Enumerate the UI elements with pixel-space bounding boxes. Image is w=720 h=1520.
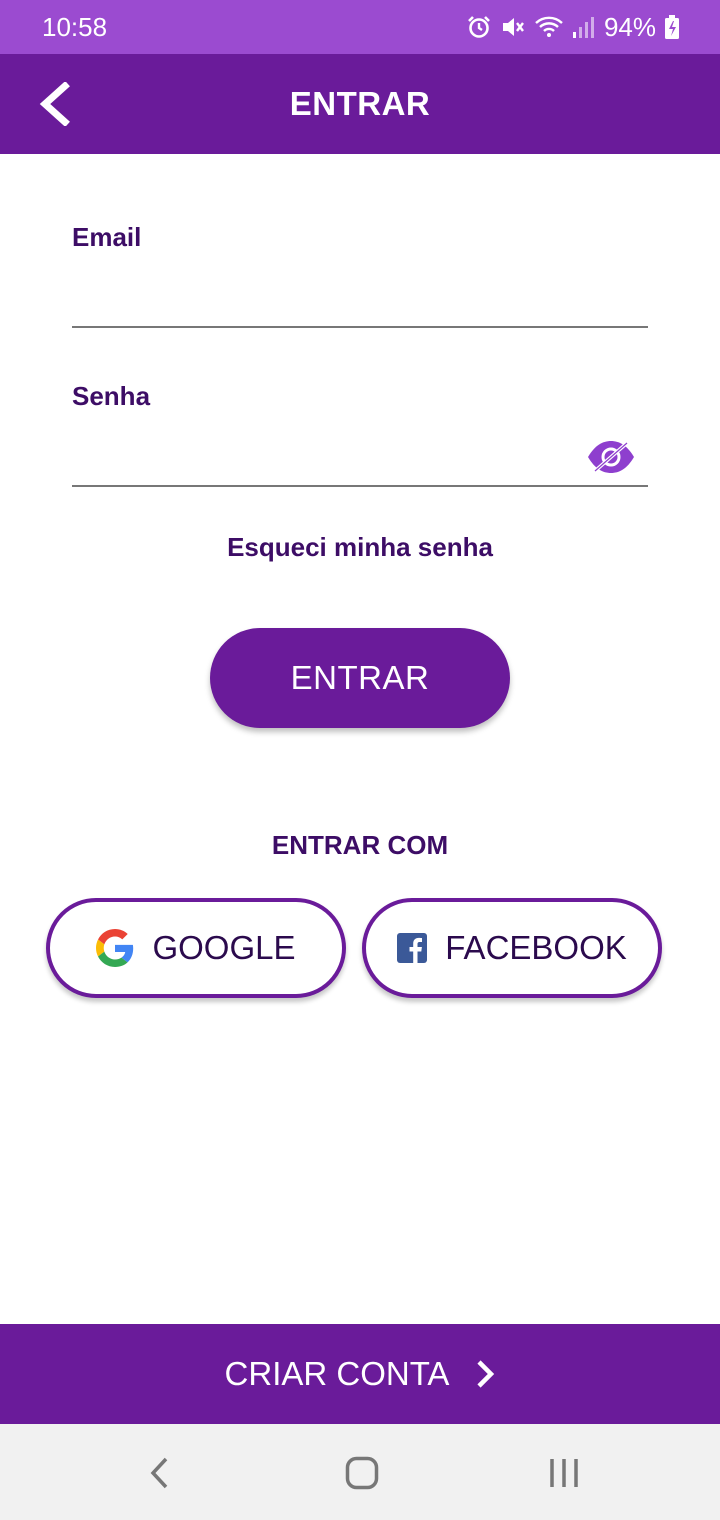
google-login-label: GOOGLE (152, 929, 296, 966)
chevron-left-icon (39, 82, 70, 126)
eye-off-icon (588, 441, 634, 473)
battery-charging-icon (664, 14, 680, 40)
status-bar: 10:58 94% (0, 0, 720, 54)
wifi-icon (534, 14, 564, 40)
status-icons: 94% (466, 12, 680, 42)
recents-nav-icon (550, 1459, 578, 1487)
facebook-login-label: FACEBOOK (445, 929, 627, 966)
page-title: ENTRAR (289, 85, 431, 122)
mute-icon (500, 14, 526, 40)
system-home-button[interactable] (332, 1448, 392, 1498)
back-nav-icon (150, 1457, 168, 1489)
system-recents-button[interactable] (534, 1448, 594, 1498)
status-time: 10:58 (42, 12, 108, 42)
app-bar: ENTRAR (0, 54, 720, 154)
email-field[interactable] (72, 272, 648, 328)
signal-icon (572, 14, 594, 40)
login-button[interactable]: ENTRAR (210, 628, 510, 728)
forgot-password-link[interactable]: Esqueci minha senha (0, 532, 720, 563)
password-field[interactable] (72, 431, 648, 487)
chevron-right-icon (477, 1360, 495, 1388)
google-login-button[interactable]: GOOGLE (46, 898, 346, 998)
alarm-icon (466, 14, 492, 40)
back-button[interactable] (30, 80, 76, 128)
google-icon (96, 929, 134, 967)
facebook-login-button[interactable]: FACEBOOK (362, 898, 662, 998)
create-account-button[interactable]: CRIAR CONTA (0, 1324, 720, 1424)
system-back-button[interactable] (130, 1448, 190, 1498)
email-label: Email (72, 222, 142, 252)
social-login-label: ENTRAR COM (271, 830, 449, 860)
battery-percentage: 94% (603, 11, 656, 42)
system-navigation-bar (0, 1424, 720, 1520)
home-nav-icon (345, 1456, 379, 1490)
facebook-icon (397, 933, 428, 963)
password-label: Senha (72, 381, 151, 411)
create-account-label: CRIAR CONTA (224, 1355, 450, 1392)
password-visibility-toggle[interactable] (586, 437, 636, 477)
